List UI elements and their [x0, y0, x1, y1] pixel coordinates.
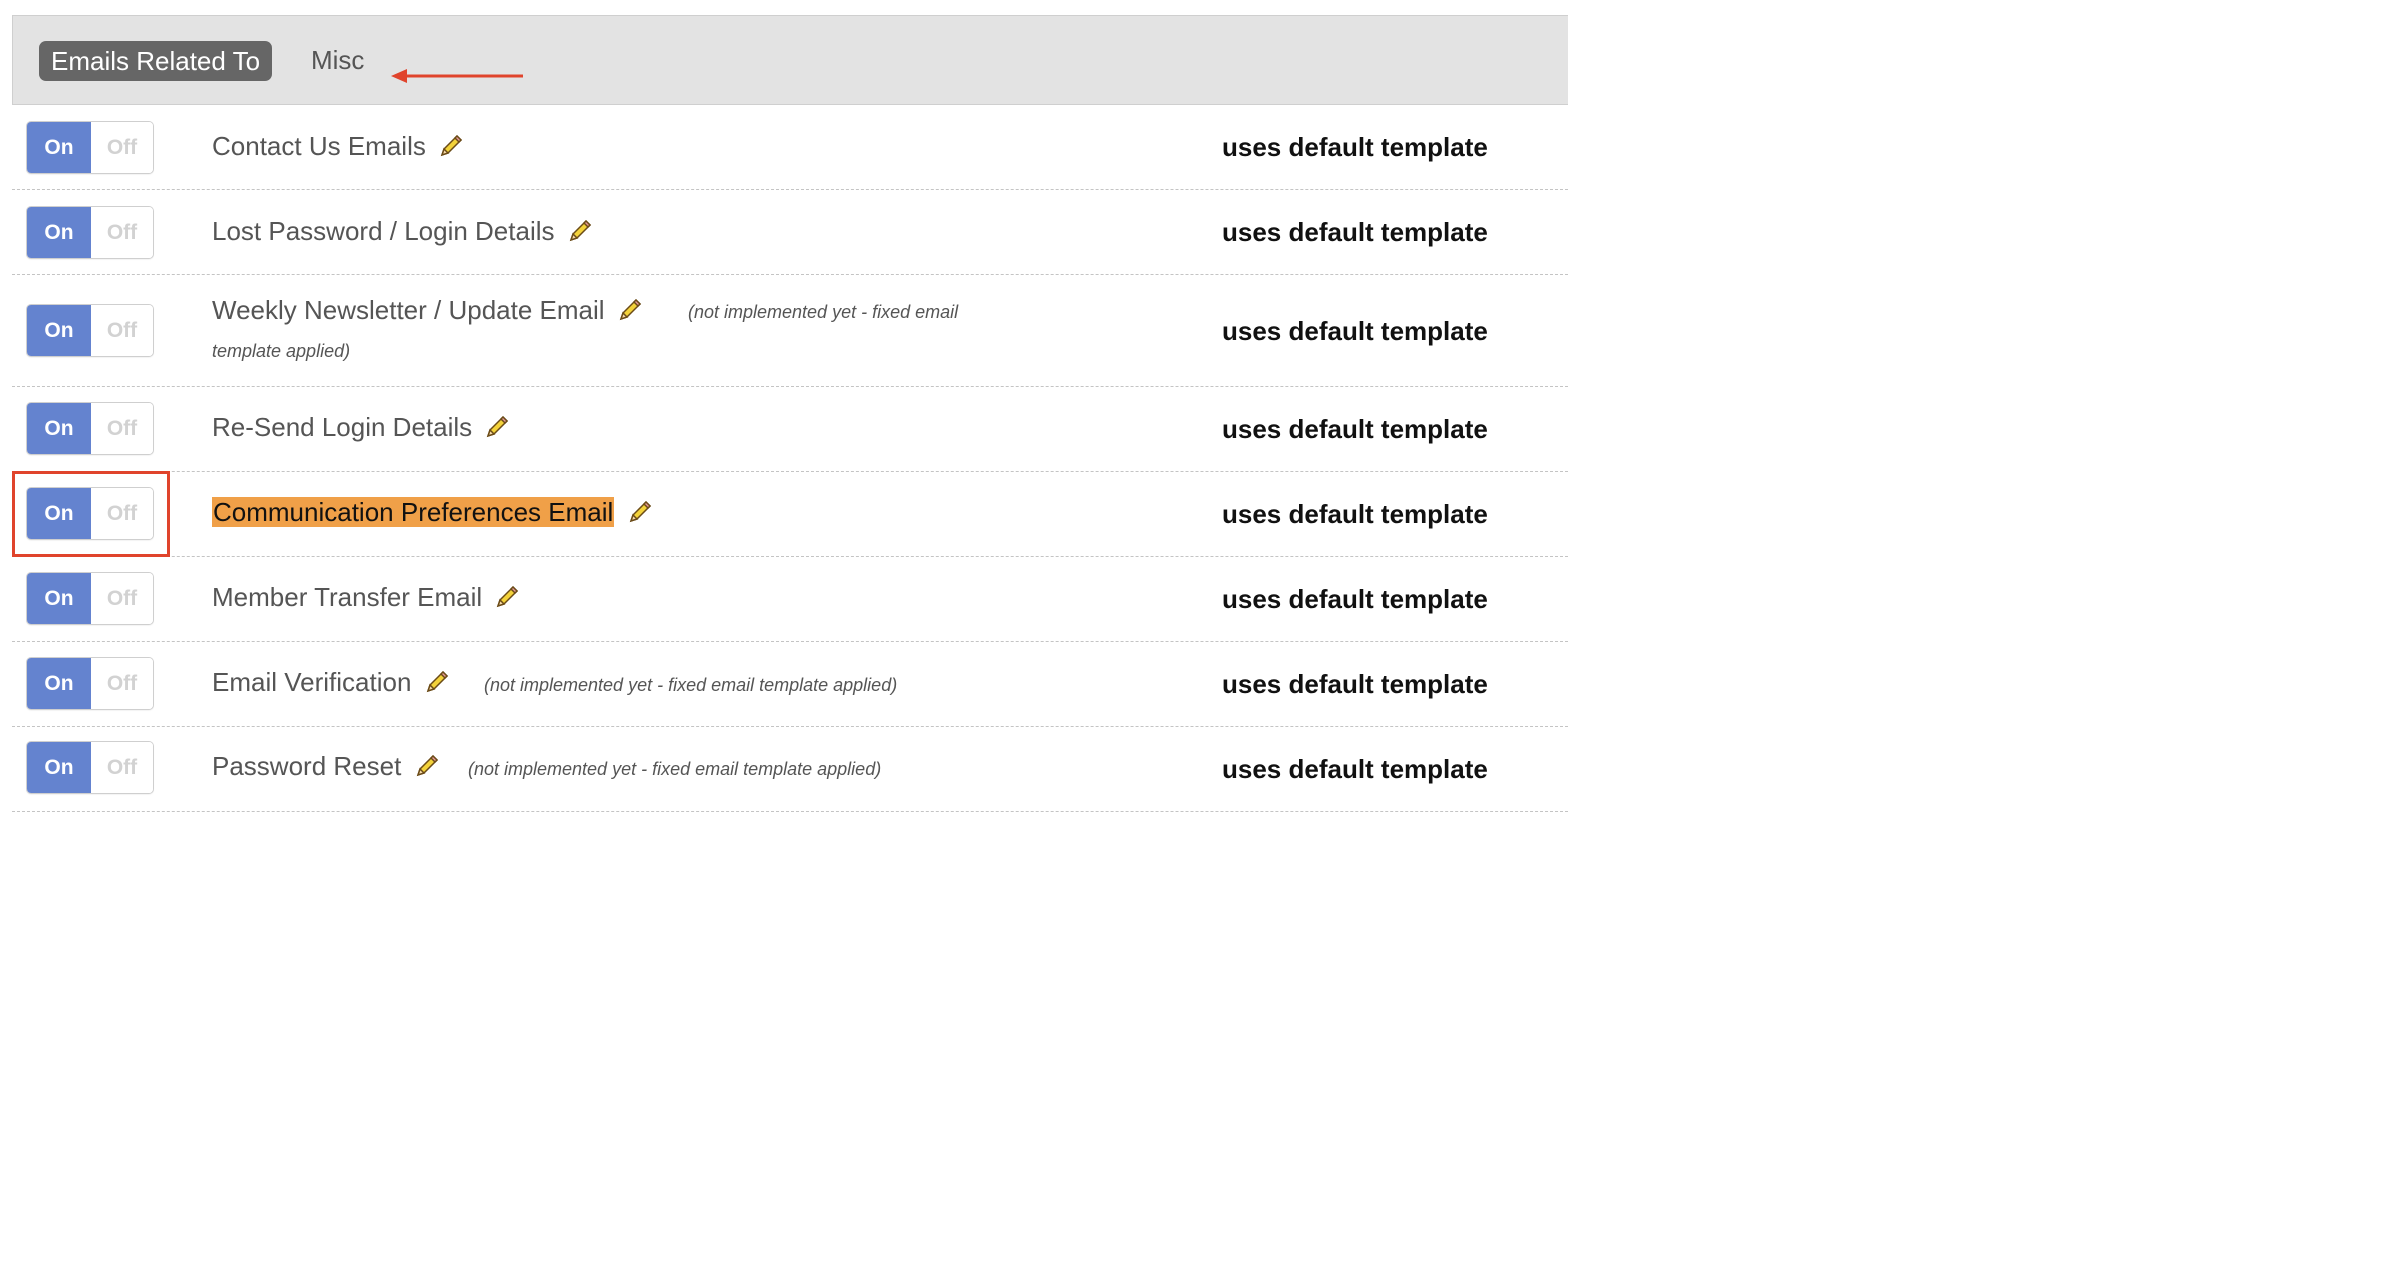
email-type-label: Lost Password / Login Details — [212, 216, 555, 246]
template-status: uses default template — [1222, 584, 1488, 614]
email-type-label-wrap: Contact Us Emails — [212, 131, 463, 162]
list-item: On Off Contact Us Emails uses default te… — [12, 105, 1568, 190]
on-off-toggle[interactable]: On Off — [26, 402, 154, 455]
email-type-label: Email Verification — [212, 667, 412, 697]
template-status: uses default template — [1222, 316, 1488, 346]
toggle-off-option[interactable]: Off — [91, 403, 153, 454]
email-type-label-wrap: Lost Password / Login Details — [212, 216, 592, 247]
list-item: On Off Email Verification (not implement… — [12, 642, 1568, 727]
on-off-toggle[interactable]: On Off — [26, 304, 154, 357]
on-off-toggle[interactable]: On Off — [26, 121, 154, 174]
toggle-on-option[interactable]: On — [27, 403, 91, 454]
pencil-icon[interactable] — [415, 754, 439, 778]
pencil-icon[interactable] — [439, 134, 463, 158]
pencil-icon[interactable] — [495, 585, 519, 609]
email-type-label: Member Transfer Email — [212, 582, 483, 612]
email-type-label-wrap: Re-Send Login Details — [212, 412, 509, 443]
email-type-label: Communication Preferences Email — [212, 497, 615, 527]
template-status: uses default template — [1222, 217, 1488, 247]
on-off-toggle[interactable]: On Off — [26, 206, 154, 259]
toggle-off-option[interactable]: Off — [91, 305, 153, 356]
arrow-left-icon — [391, 69, 523, 83]
email-type-label-wrap: Member Transfer Email — [212, 582, 519, 613]
pencil-icon[interactable] — [425, 670, 449, 694]
toggle-off-option[interactable]: Off — [91, 122, 153, 173]
implementation-note: (not implemented yet - fixed email templ… — [468, 759, 882, 779]
toggle-on-option[interactable]: On — [27, 573, 91, 624]
template-status: uses default template — [1222, 132, 1488, 162]
list-item: On Off Re-Send Login Details uses defaul… — [12, 387, 1568, 472]
toggle-on-option[interactable]: On — [27, 122, 91, 173]
implementation-note-continued: template applied) — [212, 341, 351, 361]
toggle-on-option[interactable]: On — [27, 305, 91, 356]
email-settings-panel: Emails Related To Misc On Off Contact Us… — [0, 0, 1568, 818]
list-item: On Off Member Transfer Email uses defaul… — [12, 557, 1568, 642]
template-status: uses default template — [1222, 754, 1488, 784]
list-item: On Off Lost Password / Login Details use… — [12, 190, 1568, 275]
toggle-on-option[interactable]: On — [27, 207, 91, 258]
on-off-toggle[interactable]: On Off — [26, 741, 154, 794]
email-type-label-wrap: Communication Preferences Email — [212, 497, 652, 528]
email-type-label-wrap: Email Verification — [212, 667, 449, 698]
email-type-label: Contact Us Emails — [212, 131, 426, 161]
email-type-label: Weekly Newsletter / Update Email — [212, 295, 605, 325]
template-status: uses default template — [1222, 669, 1488, 699]
list-item: On Off Password Reset (not implemented y… — [12, 727, 1568, 812]
on-off-toggle[interactable]: On Off — [26, 572, 154, 625]
template-status: uses default template — [1222, 499, 1488, 529]
pencil-icon[interactable] — [628, 500, 652, 524]
pencil-icon[interactable] — [568, 219, 592, 243]
email-type-label: Password Reset — [212, 751, 402, 781]
template-status: uses default template — [1222, 414, 1488, 444]
annotation-highlight-box — [12, 471, 170, 557]
toggle-off-option[interactable]: Off — [91, 742, 153, 793]
toggle-on-option[interactable]: On — [27, 742, 91, 793]
implementation-note: (not implemented yet - fixed email templ… — [484, 675, 898, 695]
category-value: Misc — [311, 45, 365, 75]
section-header: Emails Related To Misc — [12, 15, 1568, 105]
list-item: On Off Weekly Newsletter / Update Email … — [12, 275, 1568, 387]
emails-related-to-label: Emails Related To — [39, 41, 273, 81]
email-type-label-wrap: Weekly Newsletter / Update Email — [212, 295, 642, 326]
pencil-icon[interactable] — [618, 298, 642, 322]
email-type-label-wrap: Password Reset — [212, 751, 439, 782]
toggle-off-option[interactable]: Off — [91, 207, 153, 258]
email-type-label: Re-Send Login Details — [212, 412, 473, 442]
list-item: On Off Communication Preferences Email u… — [12, 472, 1568, 557]
toggle-on-option[interactable]: On — [27, 658, 91, 709]
pencil-icon[interactable] — [485, 415, 509, 439]
toggle-off-option[interactable]: Off — [91, 573, 153, 624]
on-off-toggle[interactable]: On Off — [26, 657, 154, 710]
toggle-off-option[interactable]: Off — [91, 658, 153, 709]
implementation-note: (not implemented yet - fixed email — [688, 302, 959, 322]
